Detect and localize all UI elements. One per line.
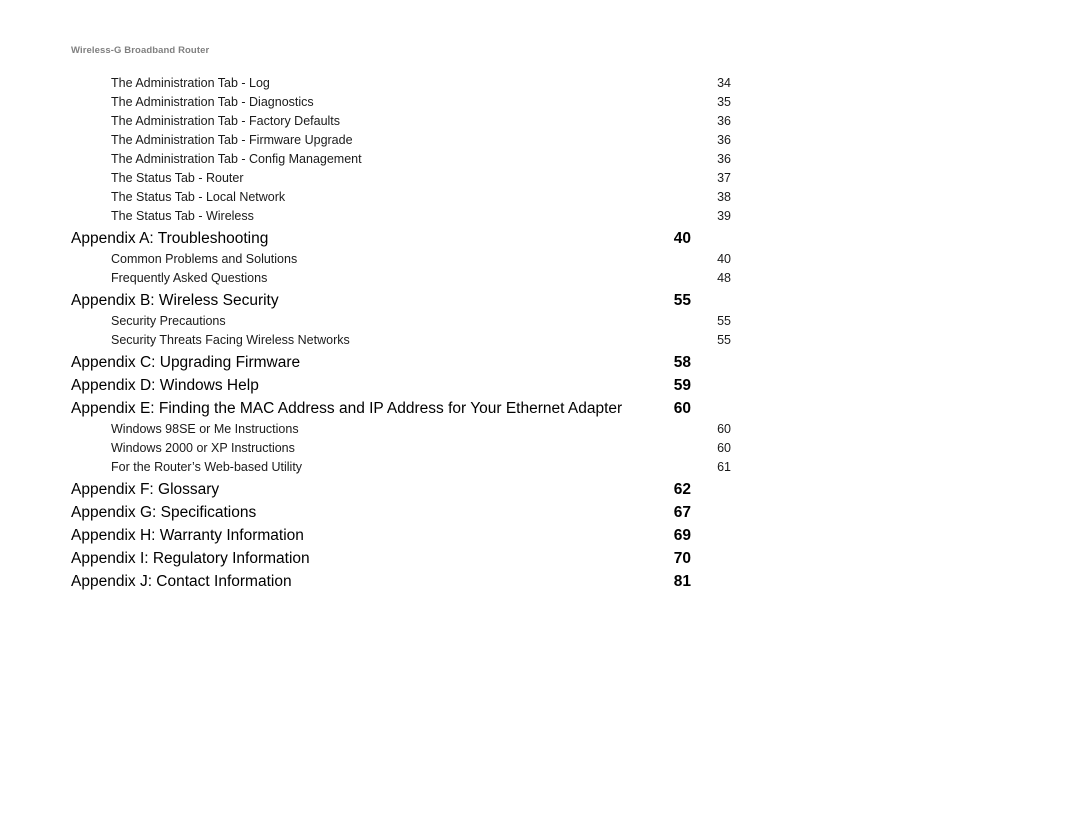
toc-entry[interactable]: Appendix F: Glossary 62 <box>71 478 691 501</box>
toc-entry-page-number: 70 <box>673 550 691 567</box>
toc-entry-label: Security Precautions <box>111 314 226 328</box>
toc-entry-label: The Status Tab - Router <box>111 171 244 185</box>
toc-entry-label: The Administration Tab - Diagnostics <box>111 95 314 109</box>
toc-entry-page-number: 55 <box>673 292 691 309</box>
toc-entry-page-number: 60 <box>717 422 731 436</box>
toc-entry-page-number: 61 <box>717 460 731 474</box>
toc-entry-label: Appendix I: Regulatory Information <box>71 550 310 567</box>
toc-entry[interactable]: Appendix H: Warranty Information 69 <box>71 524 691 547</box>
toc-entry-page-number: 60 <box>717 441 731 455</box>
toc-entry-label: Appendix E: Finding the MAC Address and … <box>71 400 623 417</box>
toc-entry-page-number: 48 <box>717 271 731 285</box>
toc-entry-label: Appendix H: Warranty Information <box>71 527 304 544</box>
toc-entry[interactable]: Appendix J: Contact Information 81 <box>71 570 691 593</box>
toc-entry[interactable]: The Administration Tab - Factory Default… <box>71 112 731 131</box>
toc-entry[interactable]: For the Router’s Web-based Utility 61 <box>71 458 731 477</box>
toc-entry[interactable]: Windows 98SE or Me Instructions 60 <box>71 420 731 439</box>
toc-entry[interactable]: Appendix I: Regulatory Information 70 <box>71 547 691 570</box>
toc-entry-label: Windows 98SE or Me Instructions <box>111 422 299 436</box>
toc-entry-page-number: 39 <box>717 209 731 223</box>
toc-entry[interactable]: Appendix C: Upgrading Firmware 58 <box>71 351 691 374</box>
toc-entry-label: Appendix D: Windows Help <box>71 377 259 394</box>
running-head: Wireless-G Broadband Router <box>71 45 210 56</box>
toc-entry-label: Appendix J: Contact Information <box>71 573 292 590</box>
toc-entry-page-number: 36 <box>717 133 731 147</box>
toc-entry[interactable]: Windows 2000 or XP Instructions 60 <box>71 439 731 458</box>
toc-entry-page-number: 35 <box>717 95 731 109</box>
toc-entry-page-number: 36 <box>717 114 731 128</box>
toc-entry-page-number: 67 <box>673 504 691 521</box>
toc-entry-label: The Administration Tab - Config Manageme… <box>111 152 362 166</box>
toc-entry-label: Common Problems and Solutions <box>111 252 298 266</box>
toc-entry-label: Frequently Asked Questions <box>111 271 268 285</box>
toc-entry-page-number: 36 <box>717 152 731 166</box>
toc-entry-label: The Status Tab - Local Network <box>111 190 286 204</box>
toc-entry-label: Appendix F: Glossary <box>71 481 220 498</box>
toc-entry[interactable]: The Status Tab - Wireless 39 <box>71 207 731 226</box>
toc-entry-page-number: 38 <box>717 190 731 204</box>
toc-entry-page-number: 69 <box>673 527 691 544</box>
toc-entry[interactable]: Appendix E: Finding the MAC Address and … <box>71 397 691 420</box>
toc-entry[interactable]: The Administration Tab - Firmware Upgrad… <box>71 131 731 150</box>
toc-entry-label: Appendix A: Troubleshooting <box>71 230 269 247</box>
toc-entry[interactable]: The Administration Tab - Diagnostics 35 <box>71 93 731 112</box>
toc-entry[interactable]: The Administration Tab - Config Manageme… <box>71 150 731 169</box>
table-of-contents: The Administration Tab - Log 34 The Admini… <box>71 74 731 593</box>
toc-entry[interactable]: Security Threats Facing Wireless Network… <box>71 331 731 350</box>
toc-entry[interactable]: Frequently Asked Questions 48 <box>71 269 731 288</box>
toc-entry-label: Windows 2000 or XP Instructions <box>111 441 295 455</box>
toc-entry[interactable]: Appendix B: Wireless Security 55 <box>71 289 691 312</box>
toc-entry[interactable]: Security Precautions 55 <box>71 312 731 331</box>
toc-entry-page-number: 34 <box>717 76 731 90</box>
toc-entry-page-number: 37 <box>717 171 731 185</box>
toc-entry[interactable]: The Status Tab - Router 37 <box>71 169 731 188</box>
toc-entry[interactable]: Common Problems and Solutions 40 <box>71 250 731 269</box>
toc-entry[interactable]: The Administration Tab - Log 34 <box>71 74 731 93</box>
toc-entry-label: The Status Tab - Wireless <box>111 209 254 223</box>
toc-entry-label: The Administration Tab - Firmware Upgrad… <box>111 133 353 147</box>
toc-entry-label: Appendix C: Upgrading Firmware <box>71 354 301 371</box>
toc-entry-label: The Administration Tab - Log <box>111 76 270 90</box>
toc-entry-page-number: 40 <box>673 230 691 247</box>
toc-entry-label: The Administration Tab - Factory Default… <box>111 114 341 128</box>
toc-entry[interactable]: Appendix G: Specifications 67 <box>71 501 691 524</box>
toc-entry-page-number: 62 <box>673 481 691 498</box>
toc-entry[interactable]: Appendix A: Troubleshooting 40 <box>71 227 691 250</box>
document-page: Wireless-G Broadband Router The Administ… <box>0 0 1080 834</box>
toc-entry-page-number: 59 <box>673 377 691 394</box>
toc-entry[interactable]: Appendix D: Windows Help 59 <box>71 374 691 397</box>
toc-entry-page-number: 58 <box>673 354 691 371</box>
toc-entry-page-number: 60 <box>673 400 691 417</box>
toc-entry-label: Security Threats Facing Wireless Network… <box>111 333 350 347</box>
toc-entry-page-number: 40 <box>717 252 731 266</box>
toc-entry-label: For the Router’s Web-based Utility <box>111 460 303 474</box>
toc-entry[interactable]: The Status Tab - Local Network 38 <box>71 188 731 207</box>
toc-entry-label: Appendix B: Wireless Security <box>71 292 279 309</box>
toc-entry-page-number: 81 <box>673 573 691 590</box>
toc-entry-label: Appendix G: Specifications <box>71 504 257 521</box>
toc-entry-page-number: 55 <box>717 333 731 347</box>
toc-entry-page-number: 55 <box>717 314 731 328</box>
